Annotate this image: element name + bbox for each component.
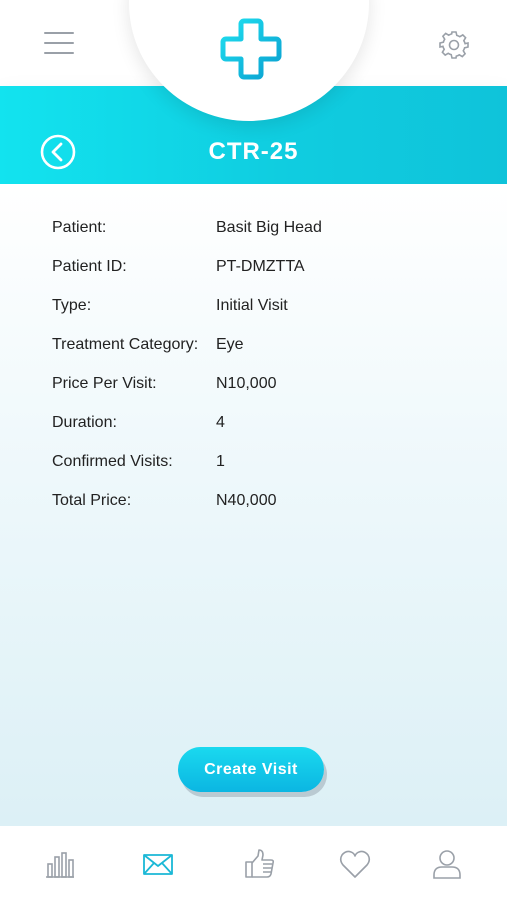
create-visit-button[interactable]: Create Visit: [178, 747, 324, 792]
medical-cross-logo: [220, 18, 282, 80]
bar-chart-icon[interactable]: [44, 848, 76, 880]
detail-value: Initial Visit: [216, 297, 288, 314]
menu-icon[interactable]: [44, 32, 74, 54]
detail-value: PT-DMZTTA: [216, 258, 305, 275]
visit-details: Patient: Basit Big Head Patient ID: PT-D…: [0, 184, 507, 826]
detail-value: Basit Big Head: [216, 219, 322, 236]
detail-label: Type:: [52, 297, 92, 314]
detail-label: Price Per Visit:: [52, 375, 157, 392]
detail-value: 1: [216, 453, 225, 470]
detail-value: N10,000: [216, 375, 277, 392]
heart-icon[interactable]: [339, 848, 371, 880]
detail-label: Total Price:: [52, 492, 132, 509]
detail-value: Eye: [216, 336, 244, 353]
detail-value: 4: [216, 414, 225, 431]
detail-value: N40,000: [216, 492, 277, 509]
detail-label: Patient:: [52, 219, 107, 236]
detail-label: Duration:: [52, 414, 117, 431]
gear-icon[interactable]: [439, 30, 469, 60]
bottom-nav: [0, 826, 507, 900]
detail-label: Treatment Category:: [52, 336, 199, 353]
envelope-icon[interactable]: [142, 848, 174, 880]
user-icon[interactable]: [431, 848, 463, 880]
page-title: CTR-25: [208, 138, 299, 165]
detail-label: Patient ID:: [52, 258, 127, 275]
detail-label: Confirmed Visits:: [52, 453, 173, 470]
thumbs-up-icon[interactable]: [244, 848, 276, 880]
